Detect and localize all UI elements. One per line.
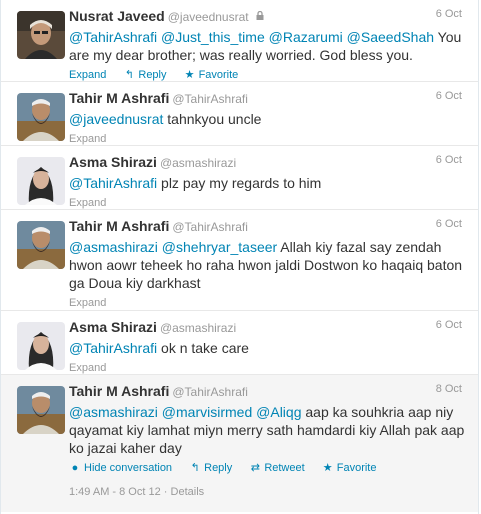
mention-link[interactable]: @TahirAshrafi — [69, 29, 157, 45]
user-handle[interactable]: @asmashirazi — [160, 321, 236, 335]
user-fullname[interactable]: Nusrat Javeed — [69, 8, 165, 24]
user-fullname[interactable]: Asma Shirazi — [69, 154, 157, 170]
tweet-header: Tahir M Ashrafi @TahirAshrafi — [69, 89, 468, 107]
retweet-button[interactable]: ⇄ Retweet — [249, 461, 305, 475]
details-link[interactable]: Details — [171, 486, 205, 498]
tweet-timestamp[interactable]: 6 Oct — [436, 154, 462, 166]
favorite-label: Favorite — [198, 69, 239, 81]
user-fullname[interactable]: Tahir M Ashrafi — [69, 90, 169, 106]
user-handle[interactable]: @javeednusrat — [168, 10, 249, 24]
reply-icon: ↰ — [190, 462, 200, 474]
user-fullname[interactable]: Tahir M Ashrafi — [69, 383, 169, 399]
tweet-text: @asmashirazi @marvisirmed @Aliqg aap ka … — [69, 403, 468, 457]
mention-link[interactable]: @javeednusrat — [69, 111, 163, 127]
tweet-header: Asma Shirazi @asmashirazi — [69, 318, 468, 336]
tweet[interactable]: Asma Shirazi @asmashirazi 6 Oct @TahirAsh… — [1, 311, 478, 375]
tweet-timestamp[interactable]: 6 Oct — [436, 218, 462, 230]
mention-link[interactable]: @Aliqg — [256, 404, 301, 420]
tweet-timestamp[interactable]: 6 Oct — [436, 319, 462, 331]
tweet-text-segment: tahnkyou uncle — [163, 111, 262, 127]
meta-separator: · — [163, 486, 168, 498]
user-fullname[interactable]: Tahir M Ashrafi — [69, 218, 169, 234]
avatar[interactable] — [17, 157, 65, 205]
tweet-text: @asmashirazi @shehryar_taseer Allah kiy … — [69, 238, 468, 292]
tweet-text-segment: plz pay my regards to him — [157, 175, 322, 191]
mention-link[interactable]: @Just_this_time — [161, 29, 265, 45]
tweet[interactable]: Nusrat Javeed @javeednusrat 6 Oct @TahirA… — [1, 0, 478, 82]
user-handle[interactable]: @TahirAshrafi — [172, 220, 248, 234]
reply-icon: ↰ — [124, 69, 134, 81]
favorite-label: Favorite — [336, 462, 377, 474]
tweet[interactable]: Tahir M Ashrafi @TahirAshrafi 6 Oct @asma… — [1, 210, 478, 311]
user-handle[interactable]: @TahirAshrafi — [172, 385, 248, 399]
mention-link[interactable]: @asmashirazi — [69, 239, 158, 255]
expand-button[interactable]: Expand — [69, 361, 106, 375]
tweet-expanded[interactable]: Tahir M Ashrafi @TahirAshrafi 8 Oct @asma… — [1, 375, 478, 512]
hide-conversation-label: Hide conversation — [84, 462, 173, 474]
favorite-button[interactable]: ★ Favorite — [184, 68, 239, 82]
tweet[interactable]: Tahir M Ashrafi @TahirAshrafi 6 Oct @jave… — [1, 82, 478, 146]
avatar[interactable] — [17, 221, 65, 269]
reply-label: Reply — [138, 69, 167, 81]
user-handle[interactable]: @TahirAshrafi — [172, 92, 248, 106]
mention-link[interactable]: @Razarumi — [269, 29, 343, 45]
expand-button[interactable]: Expand — [69, 196, 106, 210]
mention-link[interactable]: @shehryar_taseer — [162, 239, 277, 255]
conversation-timeline: Nusrat Javeed @javeednusrat 6 Oct @TahirA… — [0, 0, 479, 514]
tweet-timestamp[interactable]: 6 Oct — [436, 8, 462, 20]
tweet-header: Nusrat Javeed @javeednusrat — [69, 7, 468, 25]
retweet-label: Retweet — [264, 462, 305, 474]
tweet-text: @javeednusrat tahnkyou uncle — [69, 110, 468, 128]
speech-bubble-icon: ● — [71, 462, 79, 474]
avatar[interactable] — [17, 322, 65, 370]
mention-link[interactable]: @TahirAshrafi — [69, 175, 157, 191]
tweet-text: @TahirAshrafi @Just_this_time @Razarumi … — [69, 28, 468, 64]
user-handle[interactable]: @asmashirazi — [160, 156, 236, 170]
lock-icon — [256, 7, 264, 25]
tweet-text: @TahirAshrafi plz pay my regards to him — [69, 174, 468, 192]
reply-button[interactable]: ↰ Reply — [189, 461, 233, 475]
retweet-icon: ⇄ — [250, 462, 260, 474]
tweet-actions: ● Hide conversation ↰ Reply ⇄ Retweet ★ Favo… — [69, 461, 468, 477]
mention-link[interactable]: @marvisirmed — [162, 404, 252, 420]
tweet-header: Tahir M Ashrafi @TahirAshrafi — [69, 382, 468, 400]
star-icon: ★ — [184, 69, 195, 81]
avatar[interactable] — [17, 386, 65, 434]
reply-label: Reply — [204, 462, 233, 474]
tweet-text-segment: ok n take care — [157, 340, 249, 356]
tweet-timestamp[interactable]: 8 Oct — [436, 383, 462, 395]
expand-button[interactable]: Expand — [69, 296, 106, 310]
tweet[interactable]: Asma Shirazi @asmashirazi 6 Oct @TahirAsh… — [1, 146, 478, 210]
tweet-header: Tahir M Ashrafi @TahirAshrafi — [69, 217, 468, 235]
mention-link[interactable]: @SaeedShah — [347, 29, 434, 45]
avatar[interactable] — [17, 11, 65, 59]
mention-link[interactable]: @asmashirazi — [69, 404, 158, 420]
star-icon: ★ — [322, 462, 333, 474]
avatar[interactable] — [17, 93, 65, 141]
hide-conversation-button[interactable]: ● Hide conversation — [69, 461, 172, 475]
expand-label: Expand — [69, 69, 107, 81]
favorite-button[interactable]: ★ Favorite — [322, 461, 377, 475]
reply-button[interactable]: ↰ Reply — [123, 68, 167, 82]
tweet-text: @TahirAshrafi ok n take care — [69, 339, 468, 357]
expand-button[interactable]: Expand — [69, 68, 106, 82]
user-fullname[interactable]: Asma Shirazi — [69, 319, 157, 335]
tweet-header: Asma Shirazi @asmashirazi — [69, 153, 468, 171]
mention-link[interactable]: @TahirAshrafi — [69, 340, 157, 356]
tweet-actions: Expand — [69, 296, 468, 312]
tweet-metadata: 1:49 AM - 8 Oct 12 · Details — [69, 482, 468, 502]
expand-button[interactable]: Expand — [69, 132, 106, 146]
full-timestamp[interactable]: 1:49 AM - 8 Oct 12 — [69, 486, 161, 498]
tweet-timestamp[interactable]: 6 Oct — [436, 90, 462, 102]
